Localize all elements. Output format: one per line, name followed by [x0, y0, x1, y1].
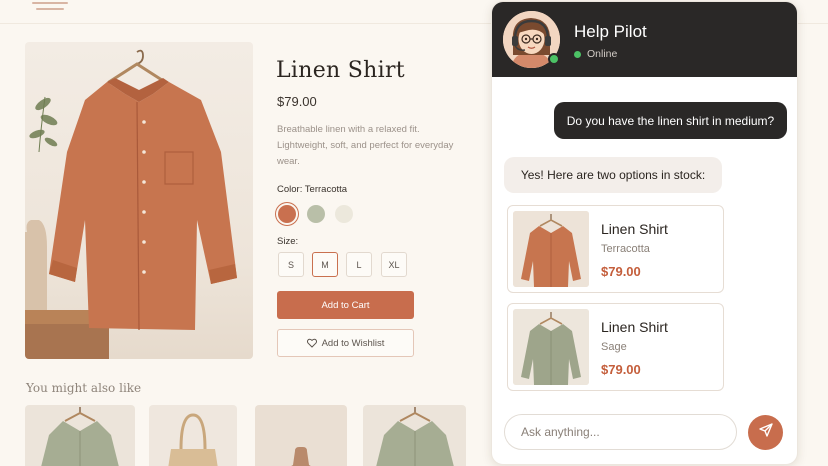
chat-input[interactable]: [504, 414, 737, 450]
chat-product-card-terracotta[interactable]: Linen Shirt Terracotta $79.00: [507, 205, 724, 293]
chat-product-name: Linen Shirt: [601, 319, 668, 335]
menu-icon[interactable]: [32, 2, 68, 12]
add-to-cart-button[interactable]: Add to Cart: [277, 291, 414, 319]
avatar-online-indicator: [548, 53, 560, 65]
heart-icon: [306, 338, 317, 348]
swatch-terracotta[interactable]: [278, 205, 296, 223]
online-dot-icon: [574, 50, 581, 58]
related-item[interactable]: [255, 405, 347, 466]
chat-product-price: $79.00: [601, 362, 641, 377]
product-price: $79.00: [277, 94, 317, 109]
color-label: Color: Terracotta: [277, 184, 348, 195]
product-title: Linen Shirt: [276, 58, 405, 83]
size-s-button[interactable]: S: [278, 252, 304, 277]
add-to-wishlist-button[interactable]: Add to Wishlist: [277, 329, 414, 357]
send-button[interactable]: [748, 415, 783, 450]
related-title: You might also like: [26, 381, 142, 395]
size-label: Size:: [277, 236, 299, 247]
swatch-sage[interactable]: [307, 205, 325, 223]
size-m-button[interactable]: M: [312, 252, 338, 277]
chat-title: Help Pilot: [574, 22, 647, 41]
product-description: Breathable linen with a relaxed fit. Lig…: [277, 124, 454, 167]
chat-product-card-sage[interactable]: Linen Shirt Sage $79.00: [507, 303, 724, 391]
user-message: Do you have the linen shirt in medium?: [554, 102, 787, 139]
chat-status: Online: [574, 48, 617, 60]
related-item[interactable]: [149, 405, 237, 466]
size-xl-button[interactable]: XL: [381, 252, 407, 277]
product-thumbnail: [513, 309, 589, 385]
status-text: Online: [587, 48, 618, 60]
size-l-button[interactable]: L: [346, 252, 372, 277]
chat-product-name: Linen Shirt: [601, 221, 668, 237]
bot-message: Yes! Here are two options in stock:: [504, 157, 722, 193]
swatch-cream[interactable]: [335, 205, 353, 223]
send-icon: [758, 422, 774, 443]
product-image: [25, 42, 253, 359]
wishlist-label: Add to Wishlist: [321, 337, 385, 349]
chat-product-color: Sage: [601, 341, 627, 353]
chat-product-color: Terracotta: [601, 243, 650, 255]
related-item[interactable]: [363, 405, 466, 466]
related-item[interactable]: [25, 405, 135, 466]
chat-header: Help Pilot Online: [492, 2, 797, 77]
chat-product-price: $79.00: [601, 264, 641, 279]
product-thumbnail: [513, 211, 589, 287]
chat-widget: Help Pilot Online Do you have the linen …: [491, 1, 798, 465]
